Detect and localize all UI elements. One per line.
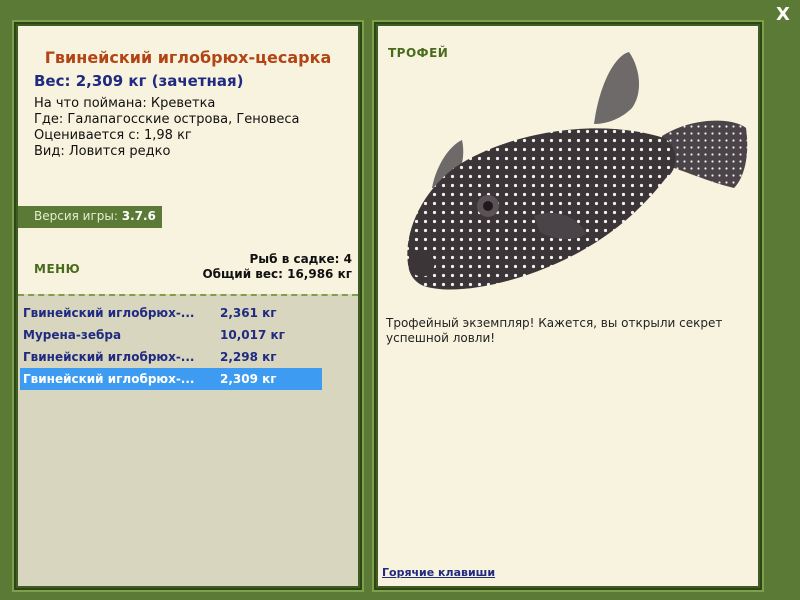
- game-version: Версия игры: 3.7.6: [18, 206, 162, 228]
- catch-list: Гвинейский иглобрюх-... 2,361 кг Мурена-…: [20, 302, 322, 390]
- location-info: Где: Галапагосские острова, Геновеса: [34, 112, 300, 127]
- trophy-panel: ТРОФЕЙ Трофейный экземпляр! Кажется, вы …: [378, 26, 758, 586]
- version-value: 3.7.6: [121, 209, 156, 223]
- catch-row-selected[interactable]: Гвинейский иглобрюх-... 2,309 кг: [20, 368, 322, 390]
- catch-row[interactable]: Гвинейский иглобрюх-... 2,298 кг: [20, 346, 322, 368]
- catch-name: Мурена-зебра: [23, 328, 122, 342]
- catch-row[interactable]: Мурена-зебра 10,017 кг: [20, 324, 322, 346]
- fish-info-panel: Гвинейский иглобрюх-цесарка Вес: 2,309 к…: [18, 26, 358, 294]
- catch-weight: 2,298 кг: [220, 350, 277, 364]
- catch-weight: 2,361 кг: [220, 306, 277, 320]
- catch-weight: 2,309 кг: [220, 372, 277, 386]
- pufferfish-image: [407, 52, 748, 290]
- rated-from-info: Оценивается с: 1,98 кг: [34, 128, 192, 143]
- catch-row[interactable]: Гвинейский иглобрюх-... 2,361 кг: [20, 302, 322, 324]
- catch-name: Гвинейский иглобрюх-...: [23, 306, 195, 320]
- fish-weight: Вес: 2,309 кг (зачетная): [34, 72, 244, 90]
- rarity-info: Вид: Ловится редко: [34, 144, 171, 159]
- catch-name: Гвинейский иглобрюх-...: [23, 372, 195, 386]
- catch-name: Гвинейский иглобрюх-...: [23, 350, 195, 364]
- fish-count: Рыб в садке: 4: [249, 252, 353, 266]
- catch-weight: 10,017 кг: [220, 328, 285, 342]
- trophy-description: Трофейный экземпляр! Кажется, вы открыли…: [386, 316, 723, 345]
- version-label: Версия игры:: [34, 209, 118, 223]
- close-button[interactable]: X: [772, 4, 794, 26]
- catch-list-panel: Гвинейский иглобрюх-... 2,361 кг Мурена-…: [18, 294, 358, 586]
- hotkeys-link[interactable]: Горячие клавиши: [382, 566, 495, 579]
- bait-info: На что поймана: Креветка: [34, 96, 216, 111]
- menu-button[interactable]: МЕНЮ: [34, 262, 80, 276]
- keepnet-stats: Рыб в садке: 4 Общий вес: 16,986 кг: [202, 252, 352, 282]
- total-weight: Общий вес: 16,986 кг: [202, 267, 352, 281]
- fish-title: Гвинейский иглобрюх-цесарка: [44, 48, 332, 67]
